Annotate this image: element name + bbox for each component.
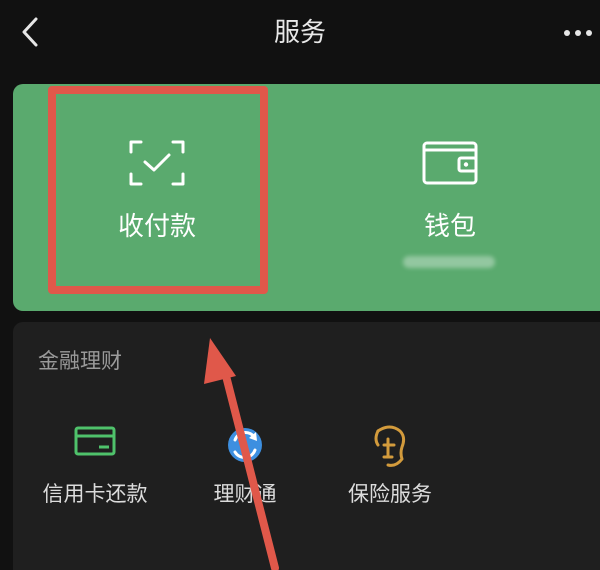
service-insurance-label: 保险服务 <box>348 482 432 506</box>
wallet-icon <box>422 141 478 185</box>
service-insurance[interactable]: 保险服务 <box>335 415 445 525</box>
service-credit-card-label: 信用卡还款 <box>42 482 148 506</box>
service-licaitong[interactable]: 理财通 <box>200 415 290 525</box>
services-page: 服务 收付款 钱包 金融理财 信用卡还款 理财通 保险服务 <box>0 0 600 570</box>
wallet-balance-blurred <box>403 256 495 268</box>
section-title-finance: 金融理财 <box>38 349 122 373</box>
licaitong-icon <box>228 428 262 462</box>
highlight-annotation-box <box>48 86 268 294</box>
page-title: 服务 <box>273 18 326 48</box>
tile-wallet-label: 钱包 <box>423 212 476 242</box>
credit-card-icon <box>74 426 116 456</box>
more-dots-icon <box>564 30 592 36</box>
insurance-icon <box>374 425 406 467</box>
tile-wallet[interactable]: 钱包 <box>355 100 545 280</box>
top-bar: 服务 <box>0 0 600 70</box>
service-credit-card-repayment[interactable]: 信用卡还款 <box>30 415 160 525</box>
service-licaitong-label: 理财通 <box>213 482 277 506</box>
more-button[interactable] <box>562 20 596 46</box>
